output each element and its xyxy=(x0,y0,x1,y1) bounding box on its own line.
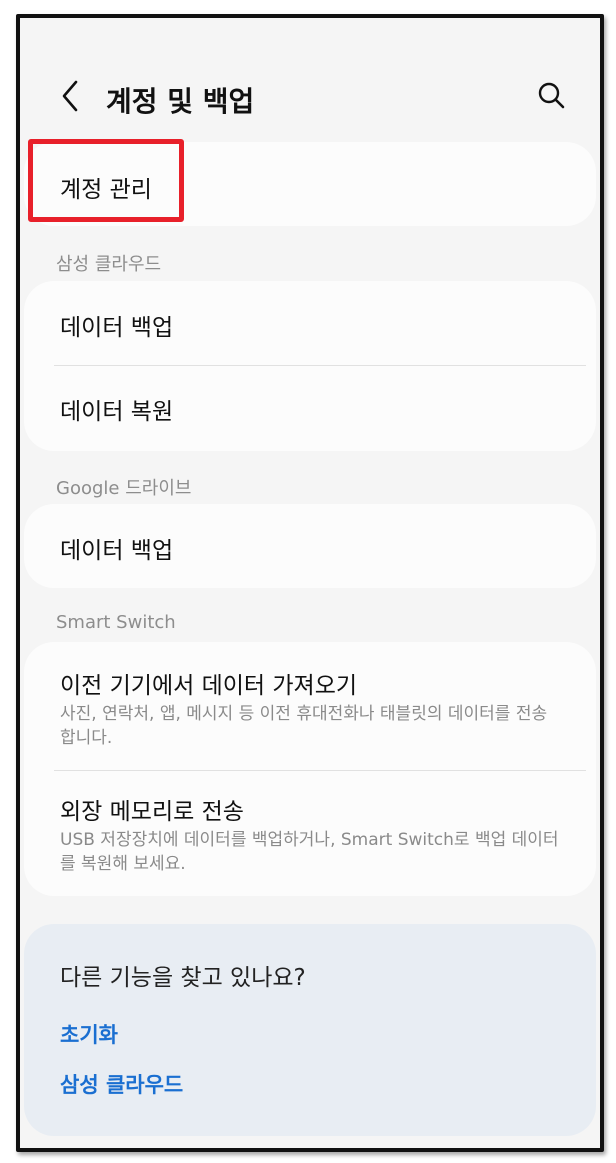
divider xyxy=(54,770,586,771)
smart-switch-external-description: USB 저장장치에 데이터를 백업하거나, Smart Switch로 백업 데… xyxy=(60,830,559,874)
suggestions-card: 다른 기능을 찾고 있나요? 초기화 삼성 클라우드 xyxy=(24,924,596,1136)
highlight-box xyxy=(28,139,184,222)
smart-switch-external-label: 외장 메모리로 전송 xyxy=(60,799,244,825)
app-bar: 계정 및 백업 xyxy=(20,68,600,124)
samsung-cloud-restore-item[interactable]: 데이터 복원 xyxy=(60,392,173,426)
suggestions-title: 다른 기능을 찾고 있나요? xyxy=(60,965,306,991)
link-reset[interactable]: 초기화 xyxy=(60,1019,118,1049)
phone-screen: 계정 및 백업 계정 관리 삼성 클라우드 데이터 백업 데이터 복원 Goog… xyxy=(16,14,604,1152)
samsung-cloud-backup-item[interactable]: 데이터 백업 xyxy=(60,308,173,342)
back-button[interactable] xyxy=(56,78,84,114)
smart-switch-card: 이전 기기에서 데이터 가져오기 사진, 연락처, 앱, 메시지 등 이전 휴대… xyxy=(24,642,596,896)
section-google-drive: Google 드라이브 xyxy=(56,478,192,499)
google-drive-card: 데이터 백업 xyxy=(24,504,596,588)
samsung-cloud-card: 데이터 백업 데이터 복원 xyxy=(24,281,596,451)
google-drive-backup-item[interactable]: 데이터 백업 xyxy=(60,531,173,565)
link-samsung-cloud[interactable]: 삼성 클라우드 xyxy=(60,1069,183,1099)
search-button[interactable] xyxy=(536,80,568,112)
section-samsung-cloud: 삼성 클라우드 xyxy=(56,254,162,275)
page-title: 계정 및 백업 xyxy=(106,85,255,118)
smart-switch-import-label: 이전 기기에서 데이터 가져오기 xyxy=(60,673,358,699)
search-icon xyxy=(538,82,565,109)
smart-switch-import-description: 사진, 연락처, 앱, 메시지 등 이전 휴대전화나 태블릿의 데이터를 전송합… xyxy=(60,704,548,748)
section-smart-switch: Smart Switch xyxy=(56,612,176,633)
chevron-left-icon xyxy=(62,80,78,112)
divider xyxy=(54,365,586,366)
